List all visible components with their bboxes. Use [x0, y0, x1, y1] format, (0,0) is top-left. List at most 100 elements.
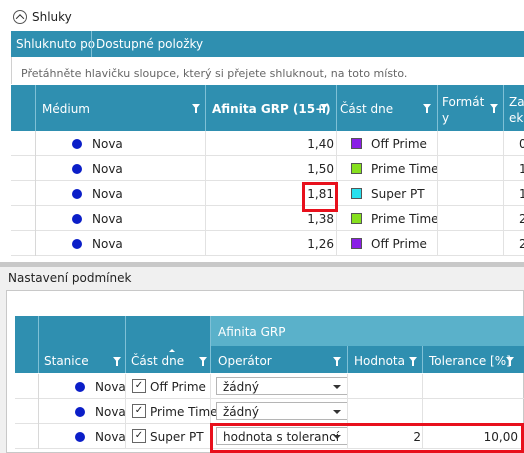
station-dot-icon — [75, 382, 85, 392]
table-row[interactable]: Nova 1,26 Off Prime 2 — [11, 231, 524, 256]
highlight-box-condition — [210, 423, 524, 453]
row-indicator[interactable] — [15, 399, 39, 424]
operator-value: žádný — [223, 405, 259, 419]
cell-divider — [503, 206, 504, 231]
filter-icon[interactable] — [113, 357, 121, 366]
cell-divider — [125, 399, 126, 424]
row-indicator[interactable] — [11, 206, 36, 231]
cell-divider — [437, 156, 438, 181]
groups-panel-title: Shluky — [32, 10, 72, 24]
row-indicator[interactable] — [15, 374, 39, 399]
drop-hint-text: Přetáhněte hlavičku sloupce, který si př… — [21, 67, 408, 80]
row-indicator[interactable] — [11, 231, 36, 256]
cell-divider — [205, 131, 206, 156]
cell-divider — [125, 374, 126, 399]
column-extra-line1[interactable]: Za — [509, 95, 524, 109]
filter-icon[interactable] — [199, 357, 207, 366]
row-indicator[interactable] — [11, 181, 36, 206]
daypart-cell: Off Prime — [371, 237, 427, 251]
daypart-cell: Prime Time — [371, 162, 439, 176]
filter-icon[interactable] — [320, 104, 328, 113]
column-daypart[interactable]: Část dne — [131, 354, 184, 368]
column-station[interactable]: Stanice — [44, 354, 89, 368]
row-indicator[interactable] — [15, 424, 39, 449]
daypart-cell: Off Prime — [371, 137, 427, 151]
column-format-line2[interactable]: y — [442, 111, 449, 125]
cell-divider — [336, 231, 337, 256]
column-divider — [503, 85, 504, 131]
medium-cell: Nova — [92, 237, 123, 251]
column-format-line1[interactable]: Formát — [442, 95, 484, 109]
cell-divider — [437, 231, 438, 256]
column-extra-line2[interactable]: ek — [509, 111, 523, 125]
column-value[interactable]: Hodnota — [354, 354, 405, 368]
daypart-cell: Super PT — [150, 430, 204, 444]
extra-cell: 1 — [519, 162, 524, 176]
filter-icon[interactable] — [192, 104, 200, 113]
daypart-color-swatch — [351, 163, 362, 174]
table-row[interactable]: Nova 1,40 Off Prime 0 — [11, 131, 524, 156]
daypart-checkbox[interactable]: ✓ — [132, 379, 146, 393]
cell-divider — [503, 231, 504, 256]
column-divider — [422, 346, 423, 373]
cell-divider — [503, 156, 504, 181]
cell-divider — [437, 181, 438, 206]
column-divider — [336, 85, 337, 131]
chevron-down-icon — [333, 385, 341, 389]
table-row[interactable]: Nova 1,38 Prime Time 2 — [11, 206, 524, 231]
row-indicator-header — [11, 85, 36, 131]
conditions-header-left — [15, 316, 210, 346]
table-row[interactable]: Nova 1,81 Super PT 1 — [11, 181, 524, 206]
extra-cell: 0 — [519, 137, 524, 151]
column-daypart[interactable]: Část dne — [340, 102, 393, 116]
station-cell: Nova — [95, 380, 126, 394]
daypart-cell: Off Prime — [150, 380, 206, 394]
table-row[interactable]: Nova ✓ Off Prime žádný — [15, 374, 524, 399]
cell-divider — [437, 206, 438, 231]
table-row[interactable]: Nova ✓ Prime Time žádný — [15, 399, 524, 424]
cell-divider — [347, 374, 348, 399]
column-divider — [437, 85, 438, 131]
highlight-box-affinity — [302, 182, 338, 212]
daypart-color-swatch — [351, 138, 362, 149]
cell-divider — [125, 424, 126, 449]
operator-dropdown[interactable]: žádný — [216, 402, 348, 420]
affinity-cell: 1,50 — [307, 162, 334, 176]
cell-divider — [205, 231, 206, 256]
filter-icon[interactable] — [409, 357, 417, 366]
medium-cell: Nova — [92, 162, 123, 176]
filter-icon[interactable] — [490, 104, 498, 113]
row-indicator[interactable] — [11, 156, 36, 181]
affinity-cell: 1,26 — [307, 237, 334, 251]
operator-dropdown[interactable]: žádný — [216, 377, 348, 395]
cell-divider — [205, 181, 206, 206]
station-cell: Nova — [95, 405, 126, 419]
row-indicator[interactable] — [11, 131, 36, 156]
grouped-by-tab[interactable]: Shluknuto po — [16, 37, 95, 51]
column-affinity[interactable]: Afinita GRP (15+) — [212, 102, 331, 116]
cell-divider — [422, 374, 423, 399]
filter-icon[interactable] — [333, 357, 341, 366]
column-divider — [205, 85, 206, 131]
cell-divider — [347, 399, 348, 424]
daypart-cell: Prime Time — [150, 405, 218, 419]
daypart-checkbox[interactable]: ✓ — [132, 404, 146, 418]
collapse-button[interactable] — [13, 10, 27, 24]
filter-icon[interactable] — [423, 104, 431, 113]
column-operator[interactable]: Operátor — [218, 354, 272, 368]
cell-divider — [336, 156, 337, 181]
station-dot-icon — [72, 214, 82, 224]
column-medium[interactable]: Médium — [42, 102, 90, 116]
available-items-tab[interactable]: Dostupné položky — [96, 37, 203, 51]
cell-divider — [210, 399, 211, 424]
cell-divider — [210, 374, 211, 399]
row-indicator-header — [15, 316, 39, 373]
daypart-checkbox[interactable]: ✓ — [132, 429, 146, 443]
affinity-cell: 1,38 — [307, 212, 334, 226]
daypart-cell: Prime Time — [371, 212, 439, 226]
column-tolerance[interactable]: Tolerance [%] — [429, 354, 511, 368]
sort-icon[interactable] — [169, 349, 175, 352]
table-row[interactable]: Nova 1,50 Prime Time 1 — [11, 156, 524, 181]
cell-divider — [503, 181, 504, 206]
filter-icon[interactable] — [506, 357, 514, 366]
